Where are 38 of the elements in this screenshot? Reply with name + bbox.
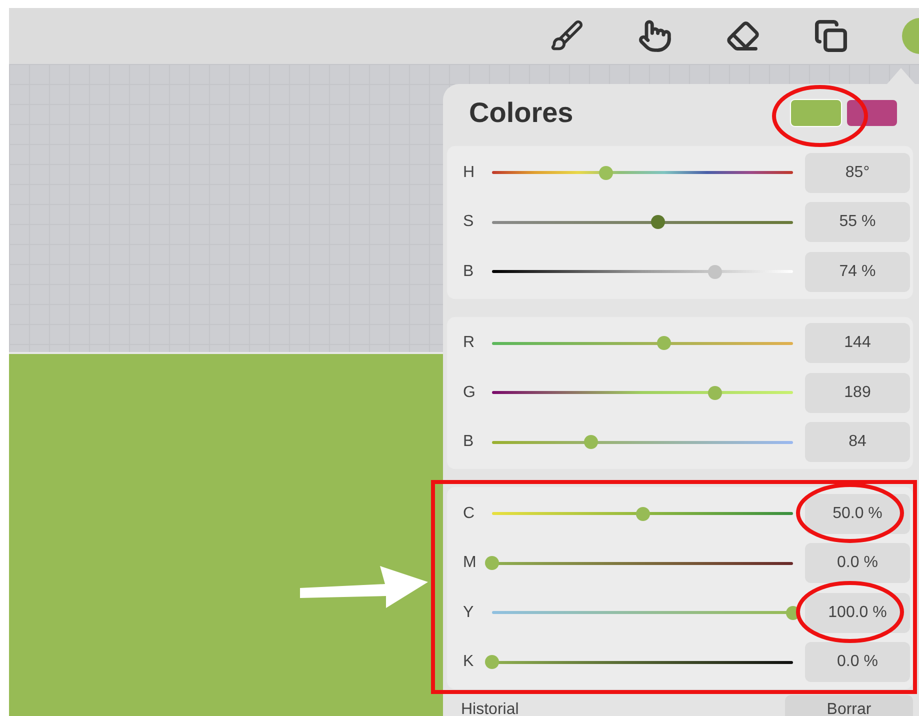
slider-label: M xyxy=(463,553,478,574)
color-swatch[interactable] xyxy=(791,100,841,126)
layers-icon[interactable] xyxy=(814,19,848,53)
slider-label: G xyxy=(463,382,476,403)
slider-thumb[interactable] xyxy=(584,435,598,450)
clear-button[interactable]: Borrar xyxy=(785,695,913,716)
slider-label: Y xyxy=(463,602,475,623)
value-field[interactable]: 100.0 % xyxy=(805,592,910,633)
value-field[interactable]: 55 % xyxy=(805,202,910,242)
pointer-icon[interactable] xyxy=(638,19,672,53)
value-field[interactable]: 84 xyxy=(805,422,910,462)
history-label: Historial xyxy=(461,700,519,716)
value-field[interactable]: 85° xyxy=(805,152,910,193)
slider-thumb[interactable] xyxy=(650,215,665,230)
slider-label: K xyxy=(463,652,475,672)
slider-thumb[interactable] xyxy=(636,506,650,521)
slider-thumb[interactable] xyxy=(485,556,499,570)
slider-label: B xyxy=(463,432,475,452)
value-field[interactable]: 189 xyxy=(805,372,910,413)
slider-label: C xyxy=(463,504,476,524)
slider-thumb[interactable] xyxy=(599,166,614,180)
slider-label: H xyxy=(463,162,476,183)
value-field[interactable]: 74 % xyxy=(805,252,910,292)
slider-label: B xyxy=(463,262,475,282)
value-field[interactable]: 0.0 % xyxy=(805,543,910,584)
brush-icon[interactable] xyxy=(550,19,584,53)
value-field[interactable]: 144 xyxy=(805,323,910,364)
eraser-icon[interactable] xyxy=(726,19,760,53)
panel-title: Colores xyxy=(469,96,574,130)
slider-thumb[interactable] xyxy=(708,264,722,279)
slider-label: S xyxy=(463,212,475,232)
slider-thumb[interactable] xyxy=(708,386,722,400)
slider-thumb[interactable] xyxy=(485,655,499,670)
color-swatch[interactable] xyxy=(847,100,897,126)
value-field[interactable]: 50.0 % xyxy=(805,494,910,534)
value-field[interactable]: 0.0 % xyxy=(805,642,910,682)
slider-label: R xyxy=(463,333,476,354)
slider-thumb[interactable] xyxy=(656,336,671,350)
